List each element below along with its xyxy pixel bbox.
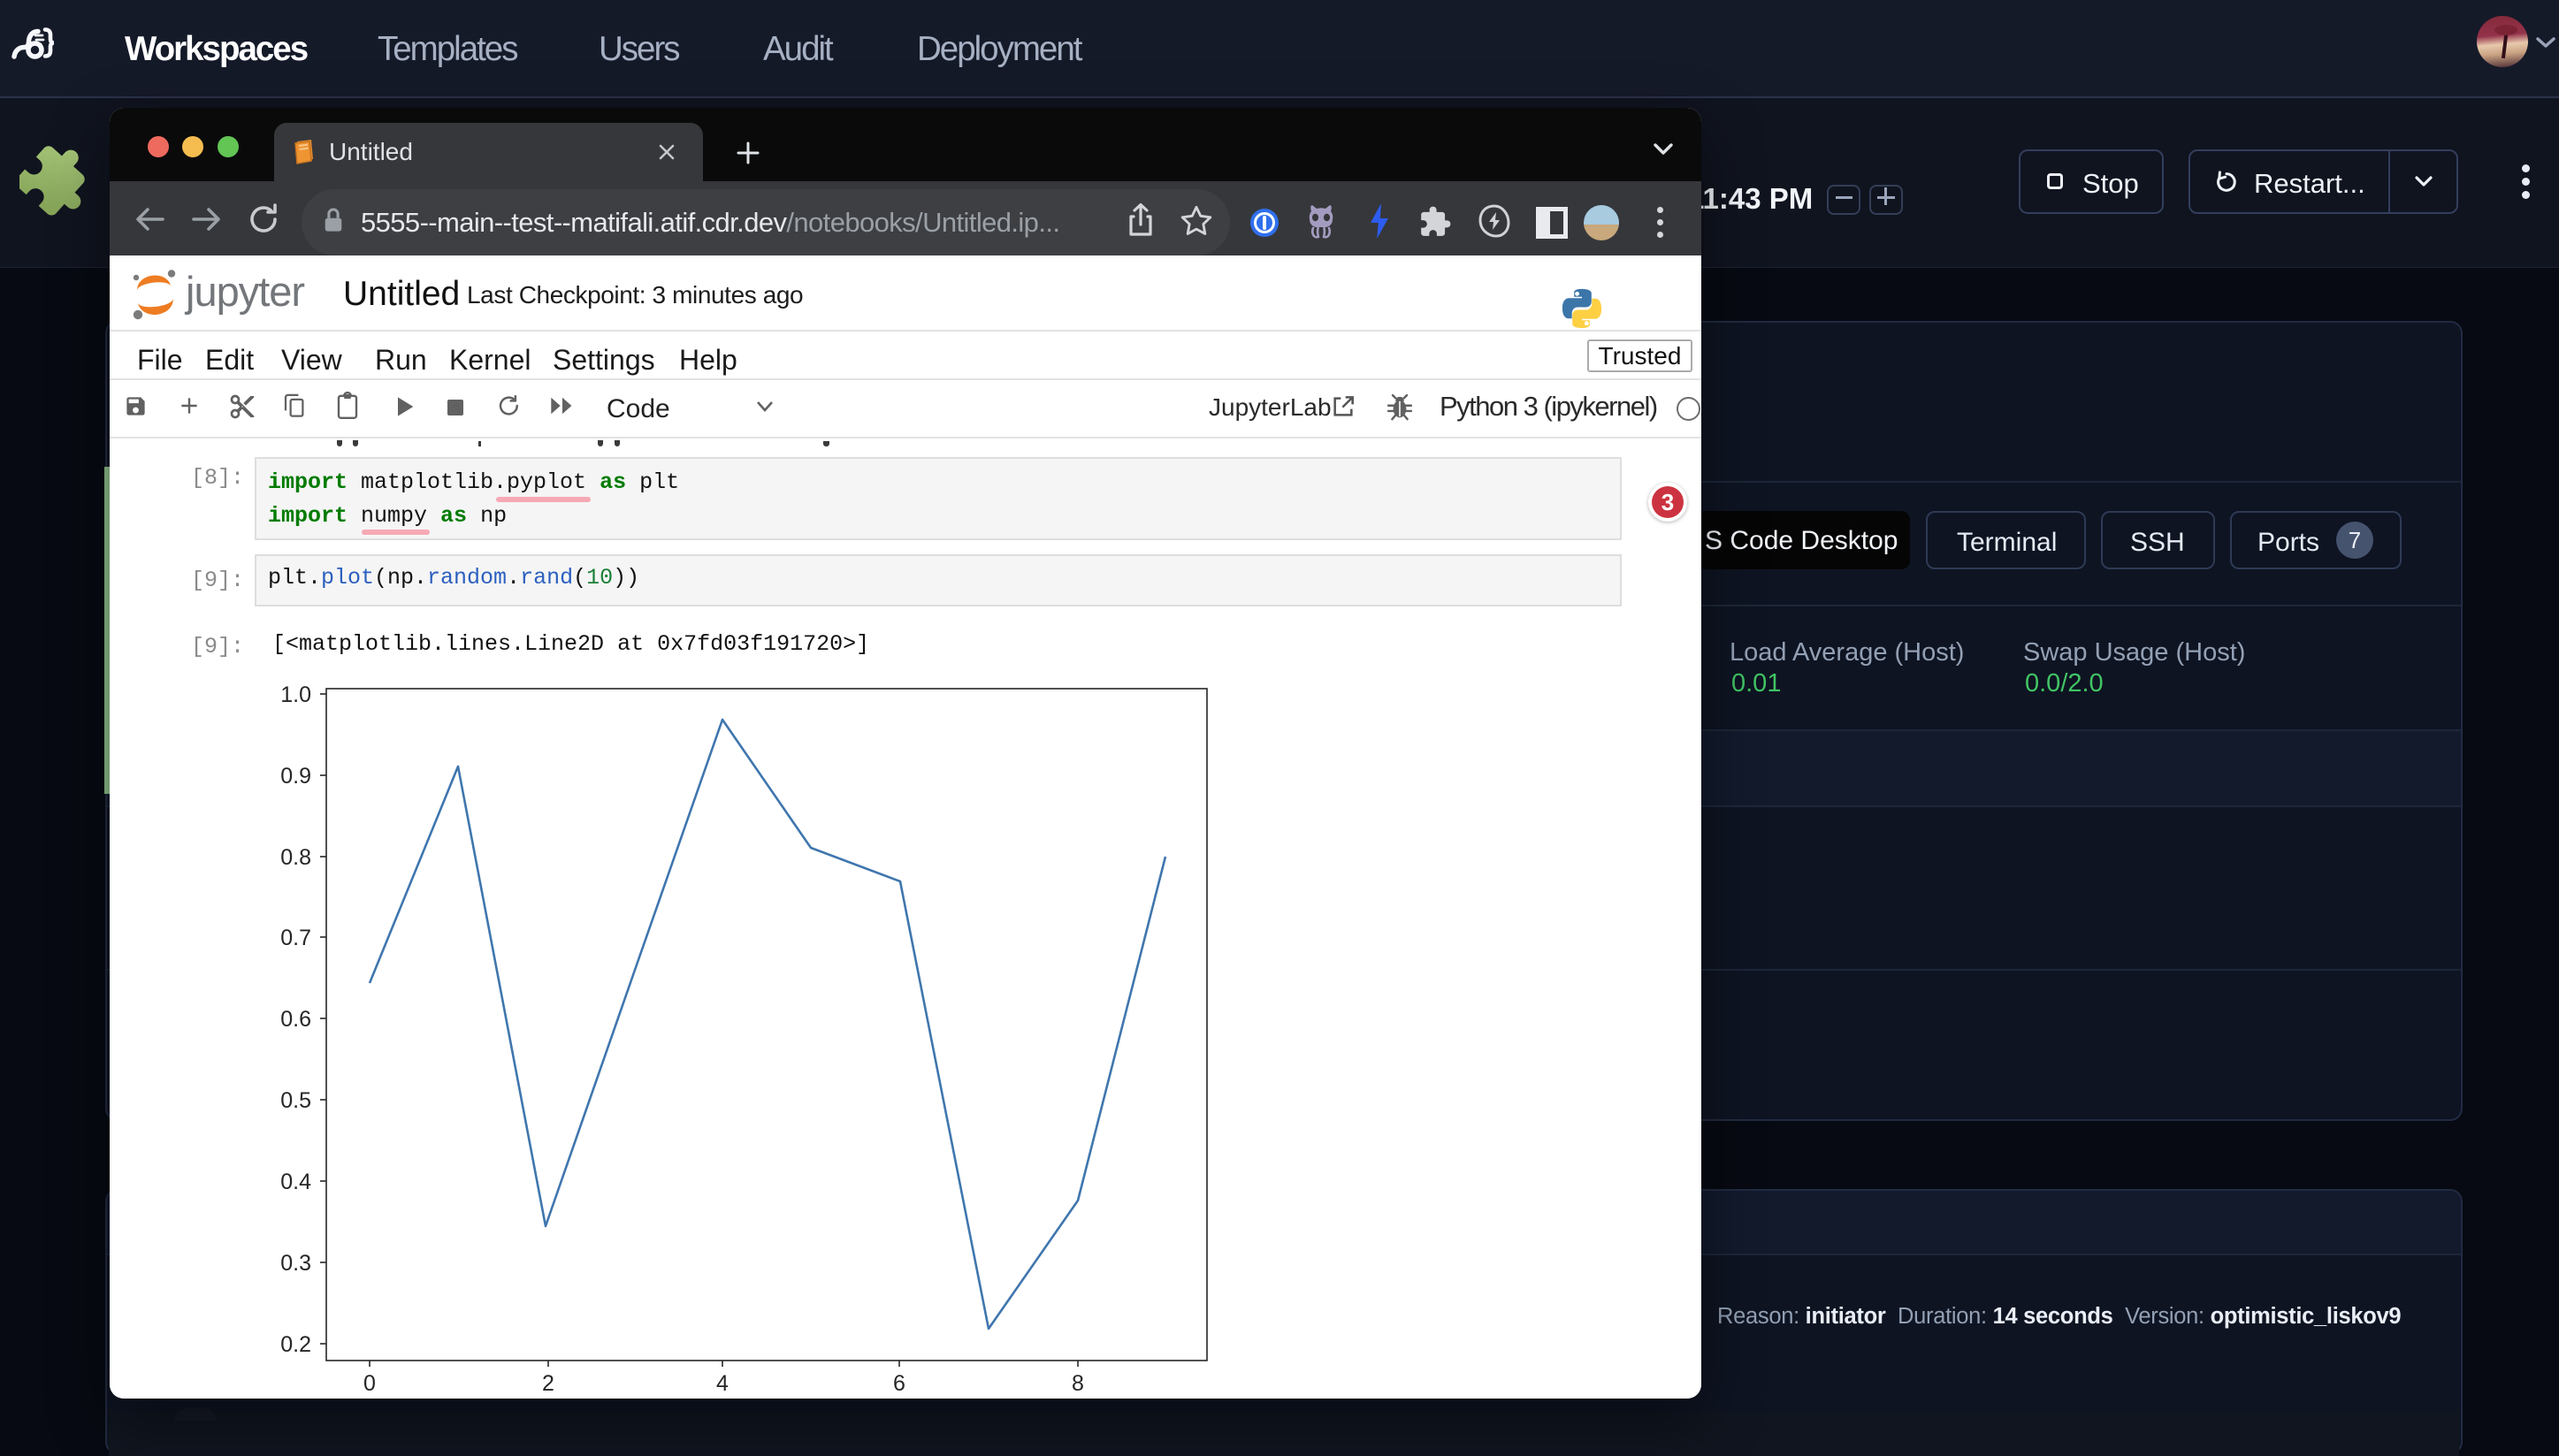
- svg-text:1.0: 1.0: [280, 682, 311, 707]
- svg-text:0.4: 0.4: [280, 1170, 311, 1194]
- svg-text:0.9: 0.9: [280, 764, 311, 789]
- svg-text:0.6: 0.6: [280, 1007, 311, 1032]
- svg-text:6: 6: [893, 1371, 905, 1396]
- svg-text:4: 4: [716, 1371, 729, 1396]
- svg-text:0: 0: [363, 1371, 376, 1396]
- svg-text:0.7: 0.7: [280, 926, 311, 950]
- svg-text:0.8: 0.8: [280, 845, 311, 870]
- svg-text:2: 2: [542, 1371, 554, 1396]
- svg-text:0.5: 0.5: [280, 1088, 311, 1113]
- svg-text:8: 8: [1072, 1371, 1084, 1396]
- svg-text:0.2: 0.2: [280, 1332, 311, 1357]
- svg-text:0.3: 0.3: [280, 1251, 311, 1276]
